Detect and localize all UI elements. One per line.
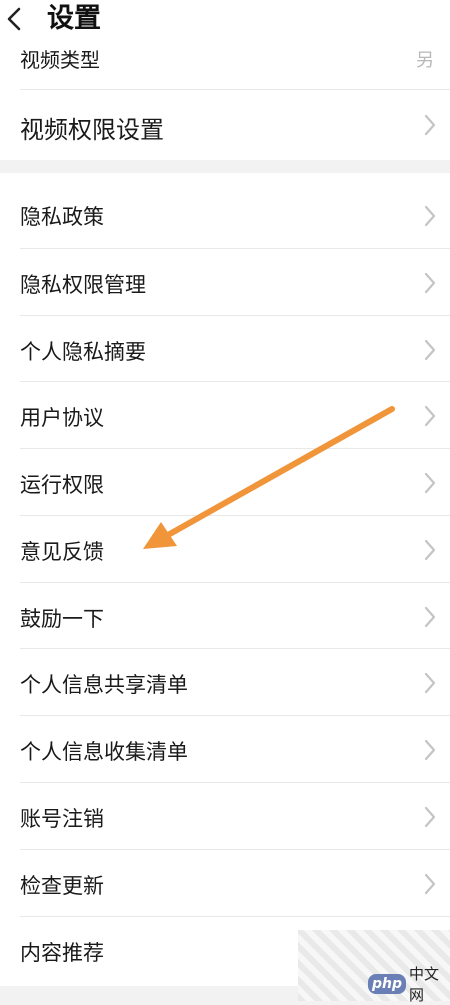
chevron-right-icon <box>424 606 436 628</box>
settings-row-value: 另 <box>416 50 434 71</box>
back-arrow-icon[interactable] <box>2 4 26 34</box>
watermark-text: 中文网 <box>409 965 440 1004</box>
settings-row-label: 视频类型 <box>20 48 100 72</box>
settings-row-check-update[interactable]: 检查更新 <box>0 850 450 917</box>
settings-row-label: 运行权限 <box>20 473 104 497</box>
chevron-right-icon <box>424 739 436 761</box>
settings-section-video: 视频类型 另 视频权限设置 <box>0 46 450 160</box>
page-title: 设置 <box>47 3 101 34</box>
settings-row-video-type[interactable]: 视频类型 另 <box>0 46 450 90</box>
settings-row-label: 账号注销 <box>20 807 104 831</box>
settings-row-user-agreement[interactable]: 用户协议 <box>0 382 450 449</box>
header-bar: 设置 <box>0 0 450 46</box>
settings-row-feedback[interactable]: 意见反馈 <box>0 516 450 583</box>
chevron-right-icon <box>424 205 436 227</box>
chevron-right-icon <box>424 339 436 361</box>
watermark-logo: php 中文网 <box>368 965 450 1004</box>
settings-section-main: 隐私政策 隐私权限管理 个人隐私摘要 用户协议 运行权限 意见反馈 鼓励一下 个… <box>0 173 450 986</box>
settings-row-info-collection-list[interactable]: 个人信息收集清单 <box>0 716 450 783</box>
chevron-right-icon <box>424 672 436 694</box>
chevron-right-icon <box>424 114 436 136</box>
settings-row-label: 个人信息共享清单 <box>20 673 188 697</box>
settings-row-label: 用户协议 <box>20 406 104 430</box>
chevron-right-icon <box>424 539 436 561</box>
settings-row-privacy-summary[interactable]: 个人隐私摘要 <box>0 316 450 382</box>
settings-row-run-permissions[interactable]: 运行权限 <box>0 449 450 516</box>
settings-row-info-sharing-list[interactable]: 个人信息共享清单 <box>0 649 450 716</box>
settings-row-video-permission[interactable]: 视频权限设置 <box>0 90 450 160</box>
settings-row-label: 检查更新 <box>20 874 104 898</box>
chevron-right-icon <box>424 806 436 828</box>
settings-row-label: 鼓励一下 <box>20 607 104 631</box>
chevron-right-icon <box>424 472 436 494</box>
settings-row-label: 隐私权限管理 <box>20 273 146 297</box>
chevron-right-icon <box>424 405 436 427</box>
settings-row-privacy-policy[interactable]: 隐私政策 <box>0 173 450 249</box>
settings-row-label: 个人隐私摘要 <box>20 340 146 364</box>
settings-row-label: 个人信息收集清单 <box>20 740 188 764</box>
settings-row-label: 意见反馈 <box>20 540 104 564</box>
settings-row-privacy-permissions[interactable]: 隐私权限管理 <box>0 249 450 316</box>
chevron-right-icon <box>424 272 436 294</box>
settings-row-label: 视频权限设置 <box>20 116 164 144</box>
watermark-badge: php <box>368 974 407 994</box>
settings-row-label: 隐私政策 <box>20 205 104 229</box>
settings-row-label: 内容推荐 <box>20 941 104 965</box>
chevron-right-icon <box>424 873 436 895</box>
settings-row-encourage[interactable]: 鼓励一下 <box>0 583 450 649</box>
settings-row-account-cancel[interactable]: 账号注销 <box>0 783 450 850</box>
